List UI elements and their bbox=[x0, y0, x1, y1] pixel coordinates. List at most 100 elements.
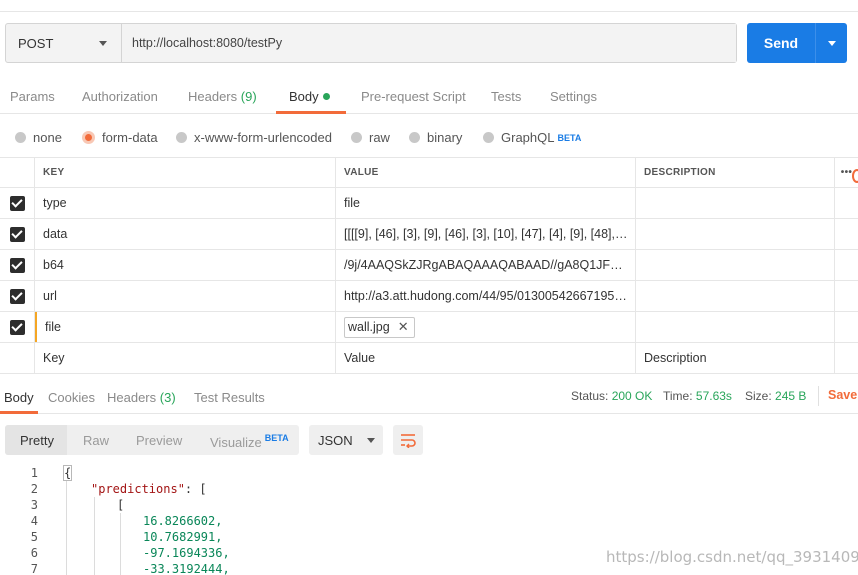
radio-form-data-label: form-data bbox=[102, 130, 158, 145]
line-number: 2 bbox=[30, 482, 38, 496]
tab-params[interactable]: Params bbox=[10, 89, 55, 104]
send-button[interactable]: Send bbox=[747, 23, 847, 63]
tab-tests[interactable]: Tests bbox=[491, 89, 521, 104]
tab-response-headers[interactable]: Headers (3) bbox=[107, 390, 176, 405]
tab-body[interactable]: Body bbox=[289, 89, 330, 104]
checkbox-checked-icon[interactable] bbox=[9, 319, 25, 335]
mode-raw[interactable]: Raw bbox=[83, 433, 109, 448]
value-cell: wall.jpg ✕ bbox=[336, 312, 636, 342]
wrap-lines-button[interactable] bbox=[393, 425, 423, 455]
indent-guide bbox=[120, 513, 121, 575]
radio-circle-icon bbox=[176, 132, 187, 143]
key-placeholder[interactable]: Key bbox=[35, 343, 336, 373]
checkbox-checked-icon[interactable] bbox=[9, 257, 25, 273]
key-cell[interactable]: url bbox=[35, 281, 336, 311]
mode-preview[interactable]: Preview bbox=[136, 433, 182, 448]
indent-guide bbox=[94, 497, 95, 575]
save-response-button[interactable]: Save bbox=[828, 388, 857, 402]
mode-pretty[interactable]: Pretty bbox=[20, 433, 54, 448]
request-bar: POST bbox=[5, 23, 737, 63]
description-cell[interactable] bbox=[636, 312, 835, 342]
radio-circle-icon bbox=[351, 132, 362, 143]
status-label: Status: bbox=[571, 389, 609, 403]
value-text: file bbox=[344, 196, 360, 210]
status-info: Status: 200 OK bbox=[571, 389, 652, 403]
radio-raw[interactable]: raw bbox=[351, 130, 390, 145]
radio-graphql[interactable]: GraphQL BETA bbox=[483, 130, 581, 145]
description-cell[interactable] bbox=[636, 188, 835, 218]
description-cell[interactable] bbox=[636, 281, 835, 311]
form-data-table: KEY VALUE DESCRIPTION ••• type file data… bbox=[0, 157, 858, 374]
radio-binary[interactable]: binary bbox=[409, 130, 462, 145]
more-options-icon[interactable]: ••• bbox=[835, 158, 858, 187]
table-row: file wall.jpg ✕ bbox=[0, 312, 858, 343]
value-cell[interactable]: file bbox=[336, 188, 636, 218]
tab-response-headers-count: (3) bbox=[159, 390, 176, 405]
radio-form-data[interactable]: form-data bbox=[82, 130, 158, 145]
chevron-down-icon bbox=[99, 40, 107, 46]
json-punct: : [ bbox=[184, 482, 207, 496]
tab-headers[interactable]: Headers (9) bbox=[188, 89, 257, 104]
request-tabs: Params Authorization Headers (9) Body Pr… bbox=[0, 80, 858, 183]
key-cell[interactable]: file bbox=[35, 312, 336, 342]
description-cell[interactable] bbox=[636, 250, 835, 280]
tab-cookies[interactable]: Cookies bbox=[48, 390, 95, 405]
tab-pre-request-script[interactable]: Pre-request Script bbox=[361, 89, 466, 104]
radio-selected-icon bbox=[82, 131, 95, 144]
response-view-modes: Pretty Raw Preview Visualize BETA bbox=[5, 425, 299, 455]
body-type-options: none form-data x-www-form-urlencoded raw… bbox=[0, 121, 858, 155]
tab-response-body[interactable]: Body bbox=[4, 390, 34, 405]
size-value: 245 B bbox=[775, 389, 807, 403]
size-label: Size: bbox=[745, 389, 772, 403]
row-checkbox-cell bbox=[0, 219, 35, 249]
header-checkbox-cell bbox=[0, 158, 35, 187]
file-chip[interactable]: wall.jpg ✕ bbox=[344, 316, 415, 338]
json-number: -33.3192444, bbox=[143, 562, 230, 575]
json-key: "predictions" bbox=[91, 482, 185, 496]
description-cell[interactable] bbox=[636, 219, 835, 249]
mode-visualize[interactable]: Visualize BETA bbox=[210, 433, 289, 450]
watermark: https://blog.csdn.net/qq_39314099 bbox=[606, 548, 858, 566]
radio-graphql-label: GraphQL bbox=[501, 130, 555, 145]
table-row: b64 /9j/4AAQSkZJRgABAQAAAQABAAD//gA8Q1JF… bbox=[0, 250, 858, 281]
beta-badge: BETA bbox=[264, 433, 289, 443]
line-number: 3 bbox=[30, 498, 38, 512]
close-icon[interactable]: ✕ bbox=[398, 319, 409, 335]
send-label: Send bbox=[763, 35, 799, 51]
value-cell[interactable]: [[[[9], [46], [3], [9], [46], [3], [10],… bbox=[336, 219, 636, 249]
key-cell[interactable]: data bbox=[35, 219, 336, 249]
time-value: 57.63s bbox=[695, 389, 732, 403]
tab-response-headers-label: Headers bbox=[107, 390, 157, 405]
modified-dot-icon bbox=[322, 93, 330, 100]
tab-settings[interactable]: Settings bbox=[550, 89, 597, 104]
time-label: Time: bbox=[663, 389, 693, 403]
send-dropdown[interactable] bbox=[816, 23, 847, 63]
file-name: wall.jpg bbox=[348, 320, 390, 334]
checkbox-checked-icon[interactable] bbox=[9, 195, 25, 211]
radio-urlencoded[interactable]: x-www-form-urlencoded bbox=[176, 130, 332, 145]
active-tab-underline bbox=[276, 111, 346, 114]
checkbox-checked-icon[interactable] bbox=[9, 288, 25, 304]
value-cell[interactable]: /9j/4AAQSkZJRgABAQAAAQABAAD//gA8Q1JFQVRP… bbox=[336, 250, 636, 280]
method-select[interactable]: POST bbox=[6, 24, 122, 62]
line-number: 1 bbox=[30, 466, 38, 480]
active-tab-underline bbox=[0, 411, 38, 414]
format-select[interactable]: JSON bbox=[309, 425, 383, 455]
tab-test-results[interactable]: Test Results bbox=[194, 390, 265, 405]
row-checkbox-cell bbox=[0, 343, 35, 373]
radio-raw-label: raw bbox=[369, 130, 390, 145]
table-row: type file bbox=[0, 188, 858, 219]
checkbox-checked-icon[interactable] bbox=[9, 226, 25, 242]
radio-none[interactable]: none bbox=[15, 130, 62, 145]
value-placeholder[interactable]: Value bbox=[336, 343, 636, 373]
url-input[interactable] bbox=[122, 24, 736, 62]
table-header-row: KEY VALUE DESCRIPTION ••• bbox=[0, 158, 858, 188]
code-open-brace: { bbox=[62, 465, 73, 481]
key-cell[interactable]: b64 bbox=[35, 250, 336, 280]
tab-authorization[interactable]: Authorization bbox=[82, 89, 158, 104]
value-cell[interactable]: http://a3.att.hudong.com/44/95/013005426… bbox=[336, 281, 636, 311]
key-cell[interactable]: type bbox=[35, 188, 336, 218]
radio-circle-icon bbox=[483, 132, 494, 143]
description-placeholder[interactable]: Description bbox=[636, 343, 835, 373]
size-info: Size: 245 B bbox=[745, 389, 806, 403]
